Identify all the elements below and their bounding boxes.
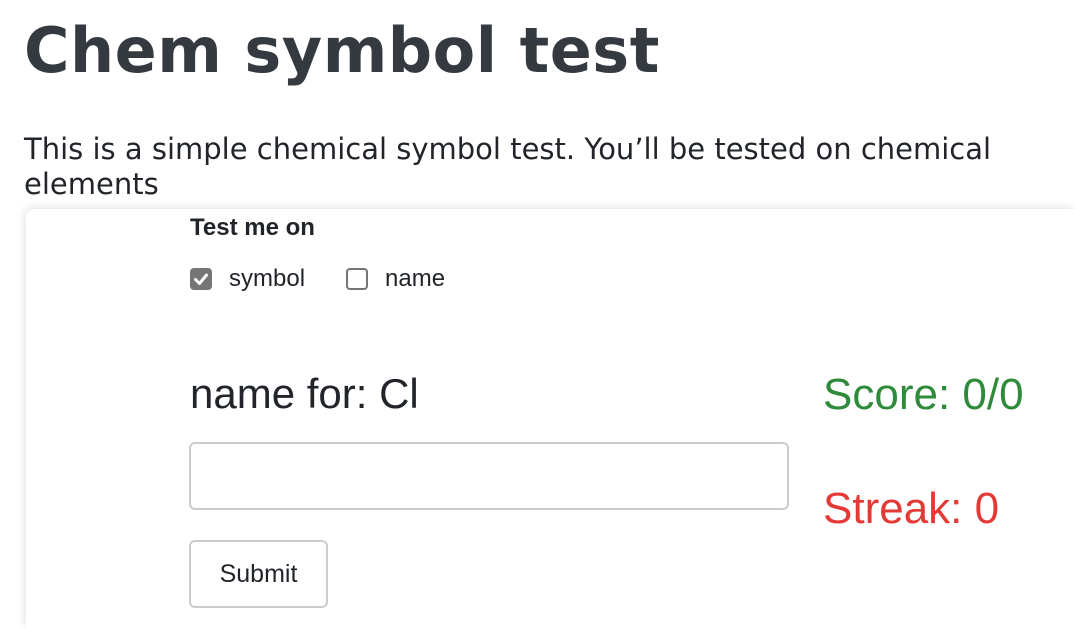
streak-display: Streak: 0 [823, 484, 1000, 533]
question-prompt: name for: Cl [190, 370, 419, 417]
test-me-on-label: Test me on [190, 214, 315, 241]
name-checkbox[interactable]: name [346, 265, 445, 293]
symbol-checkbox[interactable]: symbol [190, 265, 305, 293]
checkbox-checked-icon[interactable] [190, 268, 212, 290]
submit-button[interactable]: Submit [189, 540, 328, 608]
score-display: Score: 0/0 [823, 370, 1024, 419]
checkbox-unchecked-icon[interactable] [346, 268, 368, 290]
intro-text: This is a simple chemical symbol test. Y… [24, 132, 992, 201]
answer-input[interactable] [189, 442, 789, 510]
page-title: Chem symbol test [24, 14, 660, 87]
symbol-label: symbol [229, 265, 306, 292]
name-label: name [385, 265, 446, 292]
